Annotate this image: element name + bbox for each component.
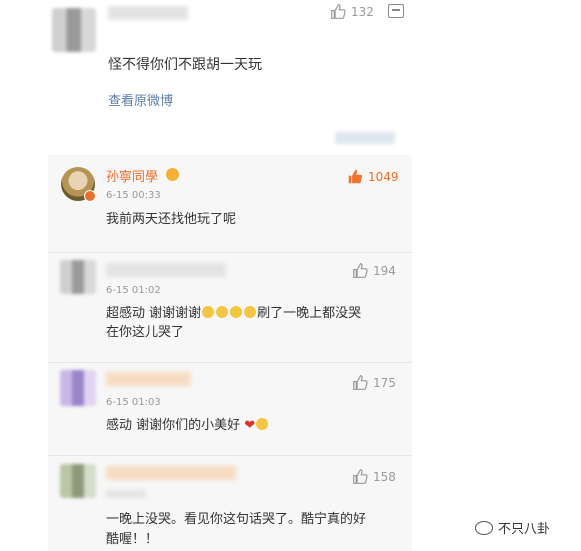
comment-text: 我前两天还找他玩了呢 xyxy=(106,212,237,227)
username-blurred[interactable] xyxy=(106,263,226,277)
avatar[interactable] xyxy=(60,464,96,498)
comment-text: 超感动 谢谢谢谢 刷了一晚上都没哭 xyxy=(106,304,361,324)
like-button[interactable]: 1049 xyxy=(347,168,399,185)
comment-text-part: 感动 谢谢你们的小美好 xyxy=(106,418,241,433)
like-button[interactable]: 132 xyxy=(330,3,374,20)
view-original-link[interactable]: 查看原微博 xyxy=(108,90,173,109)
smile-emoji-icon xyxy=(256,418,269,430)
comment-time: 6-15 01:03 xyxy=(106,397,161,408)
avatar[interactable] xyxy=(60,370,96,406)
like-count: 1049 xyxy=(368,169,399,184)
heart-icon: ❤ xyxy=(244,418,256,433)
like-button[interactable]: 158 xyxy=(352,468,396,485)
thumbs-up-icon xyxy=(331,4,346,19)
like-button[interactable]: 175 xyxy=(352,374,396,391)
username-blurred[interactable] xyxy=(106,372,191,386)
divider xyxy=(48,252,412,253)
username[interactable]: 孙寧同學 xyxy=(106,166,158,185)
thumbs-up-icon xyxy=(353,375,368,390)
verified-badge-icon xyxy=(84,190,96,202)
comment-time: 6-15 00:33 xyxy=(106,190,161,201)
comment-text: 感动 谢谢你们的小美好 ❤ xyxy=(106,416,269,436)
like-button[interactable]: 194 xyxy=(352,262,396,279)
username-blurred[interactable] xyxy=(106,466,236,480)
avatar[interactable] xyxy=(52,8,96,52)
comment-text-line2: 酷喔！！ xyxy=(106,532,159,547)
like-count: 158 xyxy=(373,469,396,484)
member-badge-icon xyxy=(166,168,179,181)
avatar[interactable] xyxy=(60,260,96,294)
like-count: 175 xyxy=(373,375,396,390)
crying-emoji-icon xyxy=(216,306,229,318)
watermark: 不只八卦 xyxy=(475,518,550,537)
thumbs-up-icon xyxy=(353,263,368,278)
wechat-icon xyxy=(475,520,493,535)
username-blurred[interactable] xyxy=(108,6,188,20)
comment-icon[interactable] xyxy=(388,4,404,18)
crying-emoji-icon xyxy=(230,306,243,318)
comment-time: 6-15 01:02 xyxy=(106,285,161,296)
divider xyxy=(48,455,412,456)
blurred-label xyxy=(335,132,395,144)
comment-text-line2: 在你这儿哭了 xyxy=(106,325,185,340)
thumbs-up-icon xyxy=(348,169,362,184)
like-count: 132 xyxy=(351,4,374,19)
thumbs-up-icon xyxy=(353,469,368,484)
comment-text-part: 超感动 谢谢谢谢 xyxy=(106,306,202,321)
comment-text-part: 刷了一晚上都没哭 xyxy=(257,306,362,321)
crying-emoji-icon xyxy=(202,306,215,318)
comment-text: 怪不得你们不跟胡一天玩 xyxy=(108,57,262,73)
crying-emoji-icon xyxy=(244,306,257,318)
like-count: 194 xyxy=(373,263,396,278)
divider xyxy=(48,362,412,363)
watermark-text: 不只八卦 xyxy=(498,522,551,537)
comment-text: 一晚上没哭。看见你这句话哭了。酷宁真的好 xyxy=(106,512,367,527)
time-blurred xyxy=(106,490,146,498)
